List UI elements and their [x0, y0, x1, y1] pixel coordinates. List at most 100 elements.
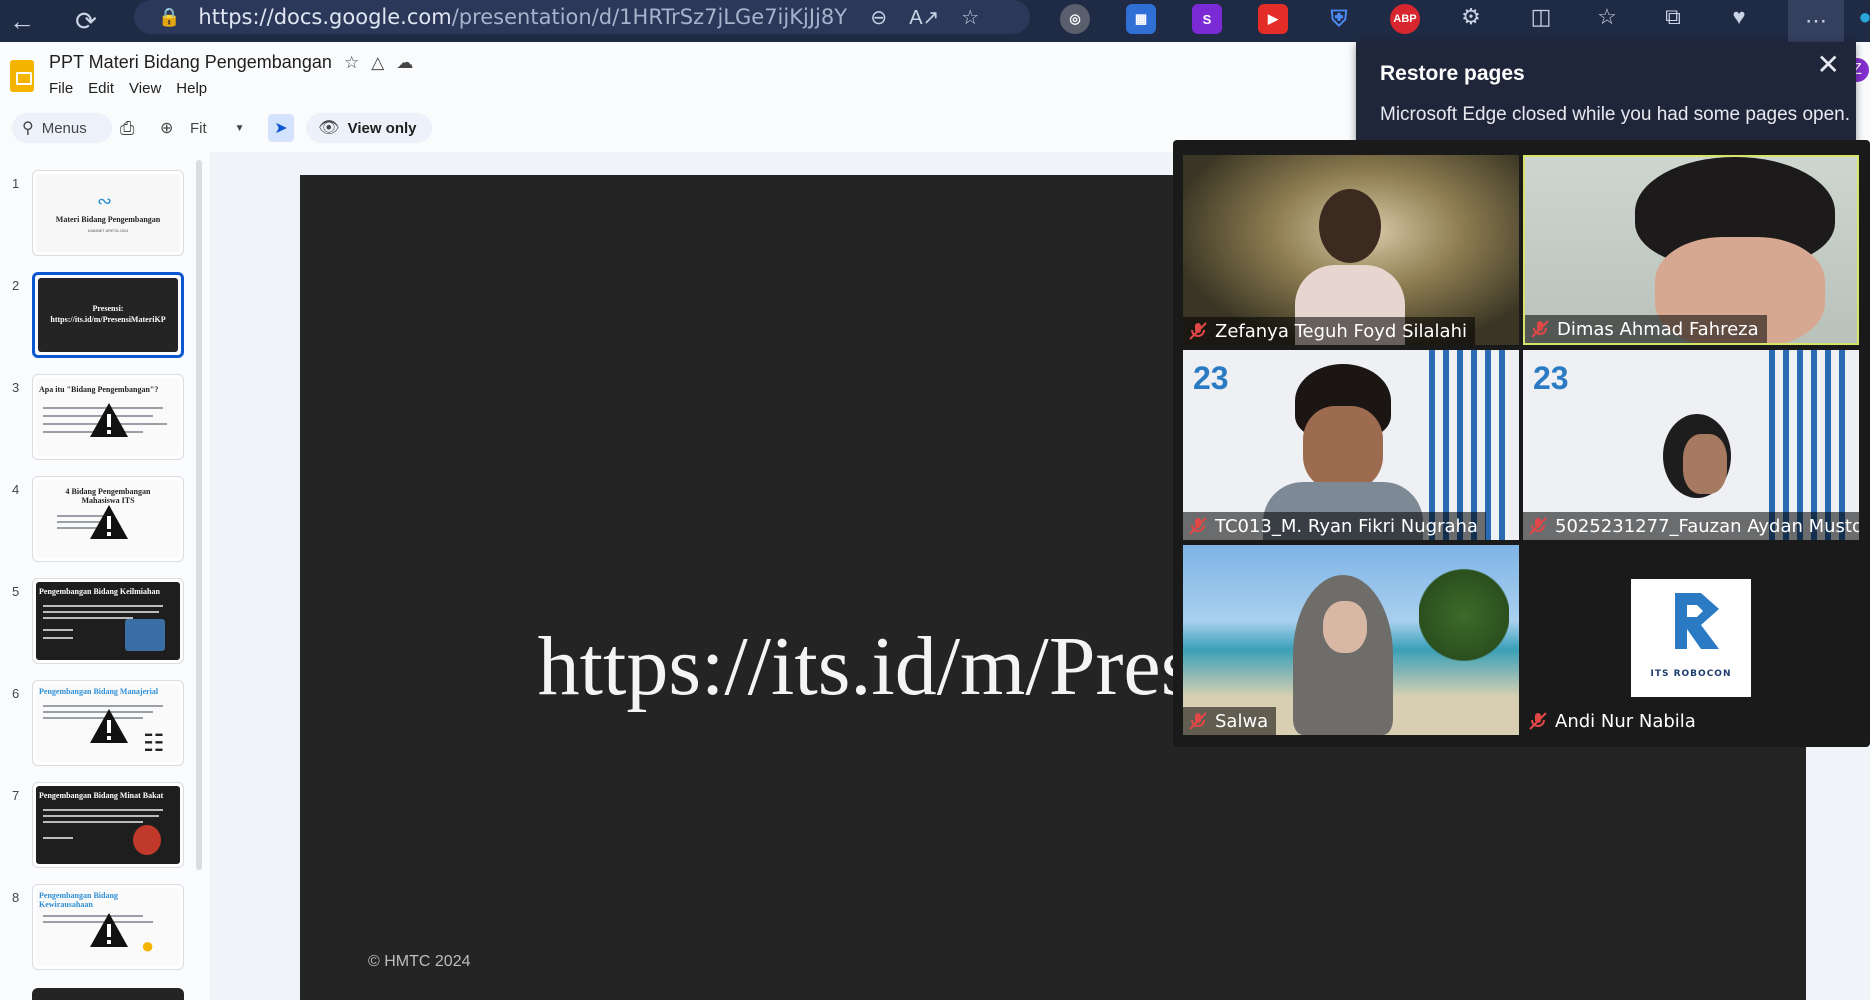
menu-edit[interactable]: Edit [88, 80, 114, 97]
filmstrip-slide-7[interactable]: 7 Pengembangan Bidang Minat Bakat [0, 782, 190, 872]
participant-name: Zefanya Teguh Foyd Silalahi [1215, 320, 1467, 342]
participant-tile-active[interactable]: Dimas Ahmad Fahreza [1523, 155, 1859, 345]
mic-muted-icon [1529, 517, 1547, 535]
slide-thumbnail[interactable]: Apa itu "Bidang Pengembangan"? [32, 374, 184, 460]
warning-icon [90, 913, 128, 947]
its-robocon-logo: ITS ROBOCON [1631, 579, 1751, 697]
thumb-subtitle: KABINET ARETA 2024 [87, 228, 129, 233]
participant-name-bar: TC013_M. Ryan Fikri Nugraha [1183, 512, 1486, 540]
virtual-background-logo: 23 [1193, 360, 1229, 396]
zoom-out-icon[interactable]: ⊖ [870, 5, 887, 30]
participant-tile[interactable]: Salwa [1183, 545, 1519, 735]
document-title[interactable]: PPT Materi Bidang Pengembangan [49, 52, 332, 73]
warning-icon [90, 505, 128, 539]
star-icon[interactable]: ☆ [344, 53, 359, 73]
browser-essentials-icon[interactable]: ♥ [1720, 0, 1758, 34]
eye-icon: 👁 [318, 118, 340, 137]
slide-thumbnail[interactable]: Pengembangan Bidang Kewirausahaan ● [32, 884, 184, 970]
zoom-select[interactable]: Fit ▼ [190, 113, 256, 143]
mic-muted-icon [1189, 322, 1207, 340]
robocon-mark-icon [1675, 593, 1719, 649]
slide-number: 5 [12, 584, 20, 599]
filmstrip-slide-3[interactable]: 3 Apa itu "Bidang Pengembangan"? [0, 374, 190, 464]
shield-extension-icon[interactable]: ⛨ [1324, 4, 1354, 34]
adblock-plus-icon[interactable]: ABP [1390, 4, 1420, 34]
slide-thumbnail[interactable]: Pengembangan Bidang Keilmiahan [32, 578, 184, 664]
lock-icon: 🔒 [158, 6, 181, 27]
view-only-button[interactable]: 👁 View only [306, 113, 432, 143]
participant-name-bar: Dimas Ahmad Fahreza [1525, 315, 1767, 343]
slide-number: 7 [12, 788, 20, 803]
participant-tile[interactable]: ITS ROBOCON Andi Nur Nabila [1523, 545, 1859, 735]
illustration-icon [125, 619, 165, 651]
mic-muted-icon [1189, 712, 1207, 730]
mic-muted-icon [1531, 320, 1549, 338]
extension-glasses-icon[interactable]: ◎ [1060, 4, 1090, 34]
slide-number: 3 [12, 380, 20, 395]
slide-thumbnail[interactable]: Pengembangan Bidang Minat Bakat [32, 782, 184, 868]
filmstrip-slide-2[interactable]: 2 Presensi: https://its.id/m/PresensiMat… [0, 272, 190, 362]
extensions-puzzle-icon[interactable]: ⚙ [1452, 0, 1490, 34]
logo-text: ITS ROBOCON [1650, 669, 1732, 679]
close-icon[interactable]: ✕ [1817, 48, 1840, 81]
filmstrip-slide-1[interactable]: 1 ∾ Materi Bidang Pengembangan KABINET A… [0, 170, 190, 260]
lightbulb-icon: ● [141, 933, 155, 958]
slide-thumbnail[interactable]: 4 Bidang Pengembangan Mahasiswa ITS [32, 476, 184, 562]
filmstrip-scrollbar[interactable] [196, 160, 202, 870]
menu-view[interactable]: View [129, 80, 161, 97]
participant-tile[interactable]: 23 TC013_M. Ryan Fikri Nugraha [1183, 350, 1519, 540]
slide-thumbnail[interactable]: ∾ Materi Bidang Pengembangan KABINET ARE… [32, 170, 184, 256]
participant-name-bar: Zefanya Teguh Foyd Silalahi [1183, 317, 1475, 345]
url-text: https://docs.google.com/presentation/d/1… [198, 5, 848, 29]
address-bar[interactable]: 🔒 https://docs.google.com/presentation/d… [134, 0, 1030, 34]
filmstrip-slide-5[interactable]: 5 Pengembangan Bidang Keilmiahan [0, 578, 190, 668]
video-call-panel: Zefanya Teguh Foyd Silalahi Dimas Ahmad … [1173, 140, 1870, 747]
split-screen-icon[interactable]: ◫ [1522, 0, 1560, 34]
slide-thumbnail[interactable]: Pengembangan Bidang Manajerial ☷ [32, 680, 184, 766]
read-aloud-icon[interactable]: A↗ [909, 5, 939, 30]
menu-help[interactable]: Help [176, 80, 207, 97]
favorites-icon[interactable]: ☆ [1588, 0, 1626, 34]
google-slides-logo-icon[interactable] [10, 60, 34, 92]
participant-name: Salwa [1215, 710, 1269, 732]
thumb-title: Pengembangan Bidang Minat Bakat [39, 791, 164, 800]
favorite-star-icon[interactable]: ☆ [961, 5, 979, 30]
cloud-saved-icon[interactable]: ☁ [396, 53, 413, 73]
zoom-icon[interactable]: ⊕ [160, 113, 173, 143]
participant-name: TC013_M. Ryan Fikri Nugraha [1215, 515, 1478, 537]
filmstrip-slide-9-partial[interactable] [32, 988, 184, 1000]
participant-tile[interactable]: Zefanya Teguh Foyd Silalahi [1183, 155, 1519, 345]
filmstrip-slide-6[interactable]: 6 Pengembangan Bidang Manajerial ☷ [0, 680, 190, 770]
thumb-title: Presensi: https://its.id/m/PresensiMater… [50, 304, 166, 324]
select-cursor-icon[interactable]: ➤ [268, 114, 294, 142]
youtube-extension-icon[interactable]: ▶ [1258, 4, 1288, 34]
settings-more-icon[interactable]: ⋯ [1788, 0, 1844, 42]
copilot-icon[interactable]: ● [1846, 0, 1870, 34]
participant-name-bar: Salwa [1183, 707, 1277, 735]
move-to-drive-icon[interactable]: △ [371, 53, 384, 73]
screen: ← ⟳ 🔒 https://docs.google.com/presentati… [0, 0, 1870, 1000]
participant-name: 5025231277_Fauzan Aydan Mustofa [1555, 515, 1859, 537]
collections-icon[interactable]: ⧉ [1654, 0, 1692, 34]
slide-footer: © HMTC 2024 [368, 953, 471, 970]
menus-label: Menus [41, 119, 87, 137]
menu-file[interactable]: File [49, 80, 73, 97]
slide-filmstrip: 1 ∾ Materi Bidang Pengembangan KABINET A… [0, 152, 210, 1000]
slide-thumbnail-selected[interactable]: Presensi: https://its.id/m/PresensiMater… [32, 272, 184, 358]
virtual-background-logo: 23 [1533, 360, 1569, 396]
slide-number: 1 [12, 176, 20, 191]
print-icon[interactable]: ⎙ [120, 113, 134, 143]
back-icon[interactable]: ← [0, 0, 44, 42]
thumb-title: Materi Bidang Pengembangan [55, 215, 161, 224]
slide-number: 8 [12, 890, 20, 905]
thumb-title: Apa itu "Bidang Pengembangan"? [39, 385, 159, 394]
filmstrip-slide-4[interactable]: 4 4 Bidang Pengembangan Mahasiswa ITS [0, 476, 190, 566]
extension-blocks-icon[interactable]: ▦ [1126, 4, 1156, 34]
extension-s-icon[interactable]: S [1192, 4, 1222, 34]
participant-name-bar: 5025231277_Fauzan Aydan Mustofa [1523, 512, 1859, 540]
participant-tile[interactable]: 23 5025231277_Fauzan Aydan Mustofa [1523, 350, 1859, 540]
menus-search-button[interactable]: ⚲ Menus [12, 113, 112, 143]
refresh-icon[interactable]: ⟳ [64, 0, 108, 42]
logo-mark-icon: ∾ [97, 191, 113, 211]
filmstrip-slide-8[interactable]: 8 Pengembangan Bidang Kewirausahaan ● [0, 884, 190, 974]
